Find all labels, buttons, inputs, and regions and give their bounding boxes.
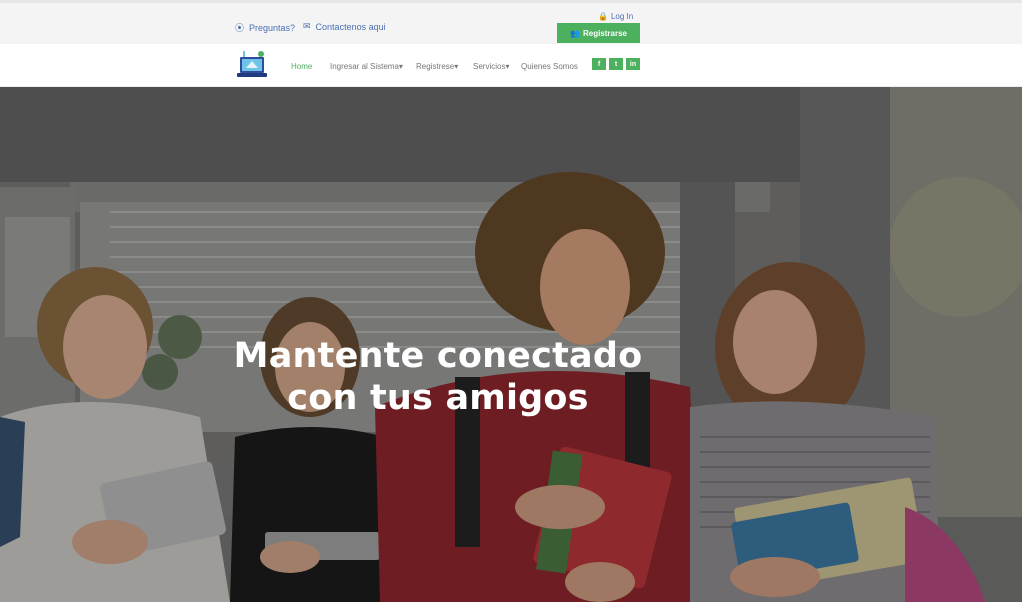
- twitter-icon[interactable]: t: [609, 58, 623, 70]
- nav-services-label: Servicios: [473, 62, 506, 71]
- nav-home[interactable]: Home: [291, 62, 312, 71]
- nav-login-system[interactable]: Ingresar al Sistema▾: [330, 62, 403, 71]
- nav-register[interactable]: Registrese▾: [416, 62, 458, 71]
- hero-title-line-1: Mantente conectado: [233, 336, 643, 376]
- contact-link-label: Contactenos aqui: [315, 21, 386, 32]
- main-navbar: Home Ingresar al Sistema▾ Registrese▾ Se…: [0, 44, 1022, 87]
- hero-banner: Mantente conectado con tus amigos: [0, 87, 1022, 602]
- lock-icon: 🔒: [598, 12, 608, 21]
- envelope-icon: ✉: [303, 21, 311, 31]
- linkedin-icon[interactable]: in: [626, 58, 640, 70]
- faq-link[interactable]: ⦿ Preguntas?: [235, 21, 295, 34]
- login-link[interactable]: 🔒 Log In: [598, 12, 633, 21]
- nav-services[interactable]: Servicios▾: [473, 62, 509, 71]
- nav-register-label: Registrese: [416, 62, 455, 71]
- caret-down-icon: ▾: [454, 62, 459, 71]
- register-button-label: Registrarse: [582, 28, 627, 38]
- register-button[interactable]: 👥 Registrarse: [557, 23, 640, 43]
- top-bar: ⦿ Preguntas? ✉ Contactenos aqui 🔒 Log In…: [0, 0, 1022, 44]
- faq-link-label: Preguntas?: [249, 22, 296, 33]
- users-icon: 👥: [570, 28, 580, 38]
- caret-down-icon: ▾: [505, 62, 510, 71]
- question-icon: ⦿: [235, 23, 245, 33]
- hero-title-line-2: con tus amigos: [287, 378, 589, 418]
- nav-about[interactable]: Quienes Somos: [521, 62, 578, 71]
- laptop-logo-icon[interactable]: [234, 48, 270, 84]
- contact-link[interactable]: ✉ Contactenos aqui: [303, 21, 386, 32]
- caret-down-icon: ▾: [398, 62, 403, 71]
- login-link-label: Log In: [610, 12, 634, 21]
- nav-login-system-label: Ingresar al Sistema: [330, 62, 399, 71]
- facebook-icon[interactable]: f: [592, 58, 606, 70]
